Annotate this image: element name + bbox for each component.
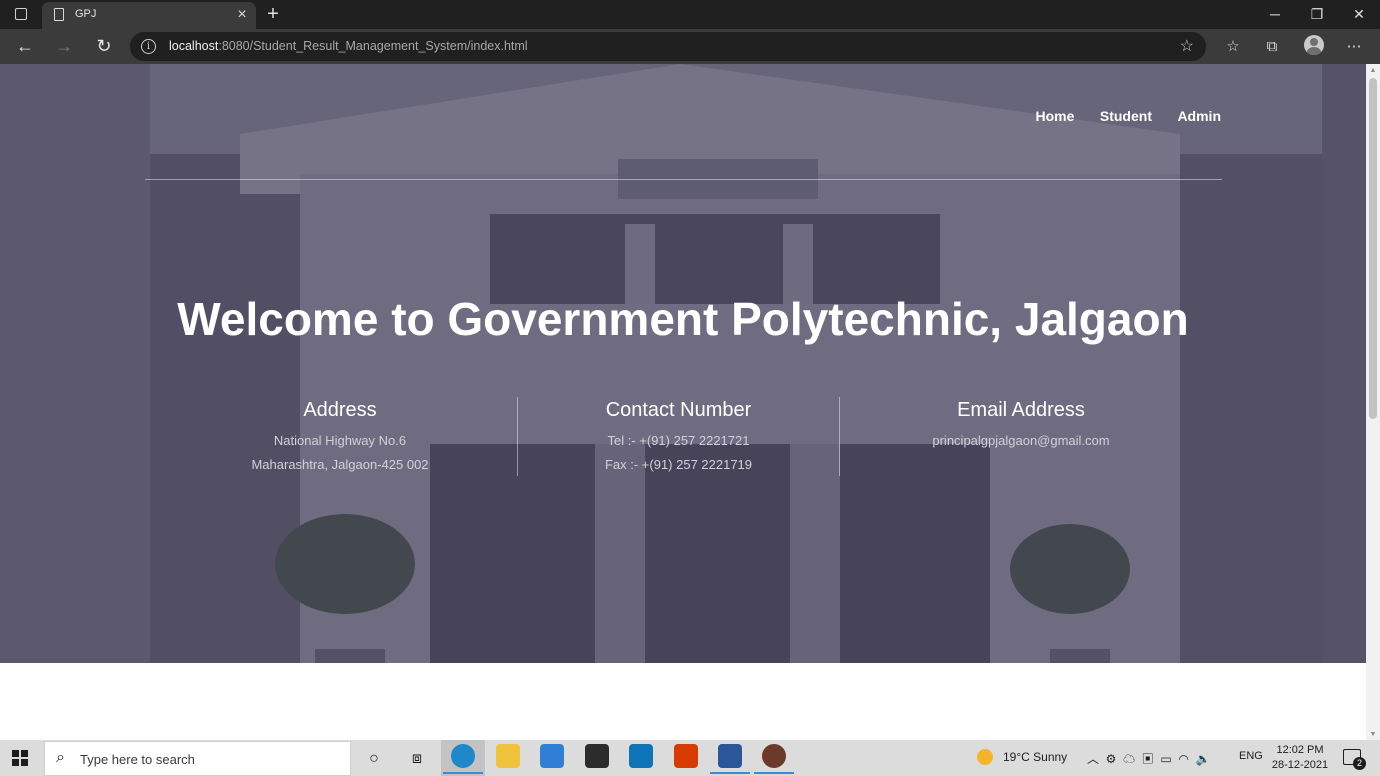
minimize-button[interactable]: ─ bbox=[1254, 0, 1296, 29]
scroll-down-arrow-icon[interactable]: ▼ bbox=[1369, 731, 1377, 738]
url-text[interactable]: localhost:8080/Student_Result_Management… bbox=[169, 39, 528, 53]
contact-block: Contact Number Tel :- +(91) 257 2221721 … bbox=[518, 399, 839, 477]
welcome-heading: Welcome to Government Polytechnic, Jalga… bbox=[177, 293, 1189, 345]
site-info-icon[interactable]: i bbox=[141, 39, 156, 54]
taskbar-clock[interactable]: 12:02 PM 28-12-2021 bbox=[1270, 743, 1330, 773]
contact-heading: Contact Number bbox=[605, 399, 752, 421]
address-bar[interactable]: i localhost:8080/Student_Result_Manageme… bbox=[130, 32, 1206, 61]
email-block: Email Address principalgpjalgaon@gmail.c… bbox=[840, 399, 1202, 477]
system-tray-icons[interactable]: ︿ ⚙ ☁ ▣ ▭ ◠ 🔈 bbox=[1087, 750, 1211, 767]
office-icon[interactable] bbox=[674, 744, 698, 768]
contact-info-row: Address National Highway No.6 Maharashtr… bbox=[180, 397, 1190, 477]
contact-fax: Fax :- +(91) 257 2221719 bbox=[604, 457, 753, 472]
browser-tab-strip: GPJ × + ─ ❐ ✕ bbox=[0, 0, 1380, 29]
scroll-up-arrow-icon[interactable]: ▲ bbox=[1369, 67, 1377, 74]
cortana-icon[interactable]: ○ bbox=[354, 744, 394, 774]
hero-overlay bbox=[0, 64, 1366, 663]
address-heading: Address bbox=[303, 399, 377, 421]
collections-icon[interactable]: ⧉ bbox=[1260, 35, 1284, 59]
profile-avatar[interactable] bbox=[1304, 35, 1324, 55]
browser-tab[interactable]: GPJ × bbox=[42, 2, 256, 29]
new-tab-button[interactable]: + bbox=[262, 2, 284, 26]
url-path: :8080/Student_Result_Management_System/i… bbox=[218, 39, 528, 53]
clock-time: 12:02 PM bbox=[1276, 744, 1324, 756]
weather-text[interactable]: 19°C Sunny bbox=[1003, 750, 1067, 764]
page-file-icon bbox=[54, 8, 64, 21]
restore-button[interactable]: ❐ bbox=[1296, 0, 1338, 29]
browser-toolbar: ← → ↻ i localhost:8080/Student_Result_Ma… bbox=[0, 29, 1380, 64]
more-menu-icon[interactable]: ⋯ bbox=[1342, 35, 1366, 59]
scrollbar-thumb[interactable] bbox=[1369, 78, 1377, 419]
search-placeholder: Type here to search bbox=[80, 752, 195, 767]
email-heading: Email Address bbox=[957, 399, 1085, 421]
weather-sun-icon bbox=[977, 749, 993, 765]
forward-button[interactable]: → bbox=[49, 32, 79, 60]
nav-student-link[interactable]: Student bbox=[1100, 108, 1152, 124]
email-address: principalgpjalgaon@gmail.com bbox=[932, 433, 1110, 448]
page-viewport: Home Student Admin Welcome to Government… bbox=[0, 64, 1366, 740]
hero-section: Home Student Admin Welcome to Government… bbox=[0, 64, 1366, 663]
windows-start-icon[interactable] bbox=[12, 750, 28, 766]
word-icon[interactable] bbox=[710, 744, 750, 774]
back-button[interactable]: ← bbox=[10, 32, 40, 60]
edge-browser-icon[interactable] bbox=[443, 744, 483, 774]
close-window-button[interactable]: ✕ bbox=[1338, 0, 1380, 29]
site-nav: Home Student Admin bbox=[1015, 108, 1221, 126]
search-icon: ⌕ bbox=[56, 749, 65, 766]
file-explorer-icon[interactable] bbox=[496, 744, 520, 768]
url-host: localhost bbox=[169, 39, 219, 53]
refresh-button[interactable]: ↻ bbox=[89, 32, 119, 60]
add-favorite-icon[interactable]: ☆ bbox=[1180, 36, 1194, 56]
store-icon[interactable] bbox=[585, 744, 609, 768]
task-view-icon[interactable]: ⧈ bbox=[397, 744, 437, 774]
nav-admin-link[interactable]: Admin bbox=[1177, 108, 1221, 124]
tab-actions-icon[interactable] bbox=[8, 5, 34, 25]
taskbar-search-box[interactable]: ⌕ Type here to search bbox=[44, 741, 351, 776]
mail-icon[interactable] bbox=[540, 744, 564, 768]
tab-close-icon[interactable]: × bbox=[234, 5, 250, 25]
page-scrollbar[interactable]: ▲ ▼ bbox=[1366, 64, 1380, 740]
nav-home-link[interactable]: Home bbox=[1036, 108, 1075, 124]
address-line-2: Maharashtra, Jalgaon-425 002 bbox=[251, 457, 429, 472]
address-line-1: National Highway No.6 bbox=[273, 433, 407, 448]
windows-taskbar: ⌕ Type here to search ○ ⧈ 19°C Sunny ︿ ⚙… bbox=[0, 740, 1380, 776]
notification-center-icon[interactable]: 2 bbox=[1343, 749, 1366, 770]
favorites-icon[interactable]: ☆ bbox=[1221, 35, 1245, 59]
nav-divider bbox=[145, 179, 1222, 180]
language-indicator[interactable]: ENG bbox=[1239, 750, 1263, 762]
app-icon[interactable] bbox=[629, 744, 653, 768]
clock-date: 28-12-2021 bbox=[1271, 759, 1329, 771]
address-block: Address National Highway No.6 Maharashtr… bbox=[180, 399, 500, 477]
tab-title: GPJ bbox=[75, 8, 97, 20]
contact-tel: Tel :- +(91) 257 2221721 bbox=[607, 433, 750, 448]
app-emblem-icon[interactable] bbox=[754, 744, 794, 774]
notification-badge: 2 bbox=[1353, 757, 1366, 770]
